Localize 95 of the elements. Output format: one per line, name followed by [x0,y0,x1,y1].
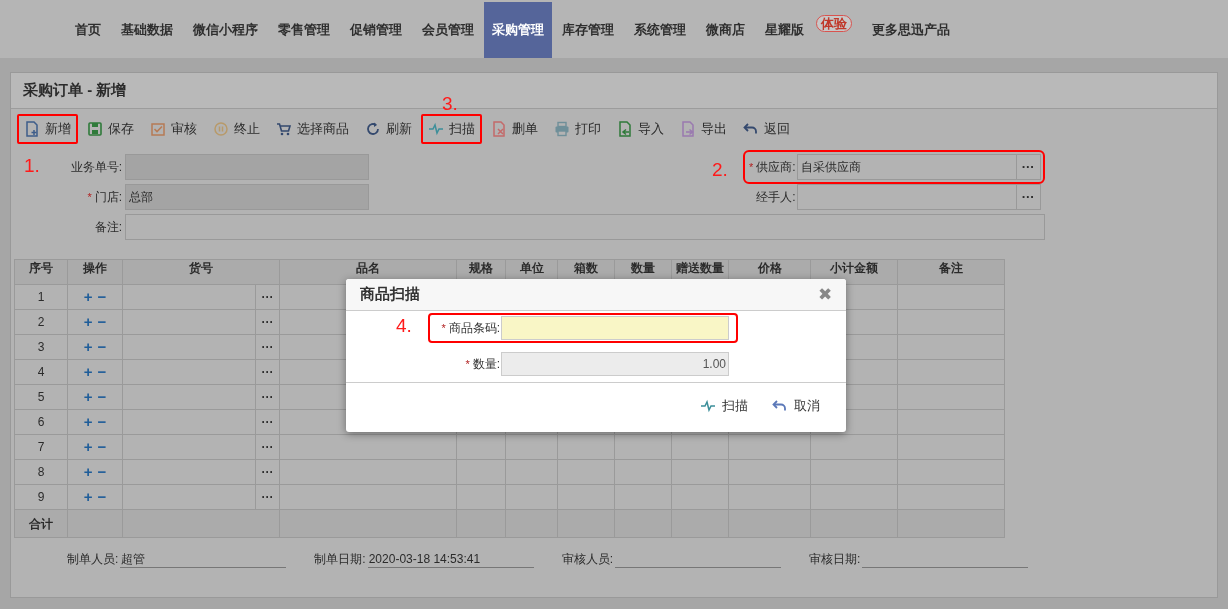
field-label: 业务单号: [70,159,122,176]
required-mark: * [441,320,446,336]
nav-tab[interactable]: 微信小程序 [183,2,268,58]
toolbar-button[interactable]: 导入 [610,114,671,144]
row-number: 3 [14,334,68,360]
save-icon [87,121,103,137]
fill-in-line: 2020-03-18 14:53:41 [367,550,534,568]
nav-tab[interactable]: 促销管理 [340,2,412,58]
toolbar-button[interactable]: 返回 [736,114,797,144]
nav-tab[interactable]: 会员管理 [412,2,484,58]
nav-tab[interactable]: 基础数据 [111,2,183,58]
toolbar-button[interactable]: 审核 [143,114,204,144]
ellipsis-button[interactable]: ··· [255,384,280,410]
row-number: 8 [14,459,68,485]
nav-tab[interactable]: 星耀版 [755,2,814,58]
nav-tab[interactable]: 零售管理 [268,2,340,58]
ellipsis-button[interactable]: ··· [255,284,280,310]
ellipsis-button[interactable]: ··· [1015,185,1040,209]
toolbar-button[interactable]: 删单 [484,114,545,144]
badge: 体验 [816,14,852,32]
toolbar-button[interactable]: 打印 [547,114,608,144]
step-number: 1. [24,154,40,178]
return-arrow-icon [743,121,759,137]
row-number: 6 [14,409,68,435]
toolbar-button[interactable]: 终止 [206,114,267,144]
ellipsis-button[interactable]: ··· [255,309,280,335]
nav-tab[interactable]: 库存管理 [552,2,624,58]
ellipsis-button[interactable]: ··· [255,459,280,485]
input-field[interactable]: 总部 [125,184,369,210]
input-field[interactable] [501,316,729,340]
required-mark: * [465,356,470,372]
cart-icon [276,121,292,137]
ellipsis-button[interactable]: ··· [255,409,280,435]
nav-tab[interactable]: 更多思迅产品 [862,2,960,58]
field-value: 自采供应商 [799,159,862,176]
field-label: 门店: [94,189,122,206]
ellipsis-button[interactable]: ··· [255,484,280,510]
row-number: 9 [14,484,68,510]
input-field[interactable] [125,214,1045,240]
nav-tab[interactable]: 首页 [65,2,111,58]
field-label: 制单日期: [314,551,366,568]
dialog-button[interactable]: 扫描 [700,395,748,416]
field-label: 备注: [94,219,122,236]
pause-icon [213,121,229,137]
column-header: 操作 [67,259,123,285]
picker-field[interactable]: ··· [796,184,1041,210]
field-label: 审核人员: [561,551,614,568]
pulse-icon [428,121,444,137]
picker-field[interactable]: 自采供应商 ··· [796,154,1041,180]
field-label: 经手人: [756,189,796,206]
dialog-button[interactable]: 取消 [772,395,820,416]
row-number: 5 [14,384,68,410]
field-label: 供应商: [756,159,796,176]
ellipsis-button[interactable]: ··· [1015,155,1040,179]
row-number: 4 [14,359,68,385]
step-number: 4. [396,314,412,338]
checkbox-icon [150,121,166,137]
toolbar-button[interactable]: 选择商品 [269,114,356,144]
new-file-icon [24,121,40,137]
input-field[interactable] [125,154,369,180]
toolbar-button[interactable]: 新增 [17,114,78,144]
toolbar-button[interactable]: 扫描 [421,114,482,144]
input-field[interactable]: 1.00 [501,352,729,376]
refresh-icon [365,121,381,137]
export-file-icon [680,121,696,137]
dialog-title: 商品扫描 [360,284,420,305]
field-label: 审核日期: [809,551,861,568]
total-label: 合计 [14,509,68,538]
nav-tab[interactable]: 系统管理 [624,2,696,58]
nav-tab[interactable]: 采购管理 [484,2,552,58]
column-header: 序号 [14,259,68,285]
ellipsis-button[interactable]: ··· [255,334,280,360]
row-number: 7 [14,434,68,460]
required-mark: * [749,159,754,175]
field-label: 数量: [472,356,500,373]
field-label: 商品条码: [448,320,500,337]
row-number: 2 [14,309,68,335]
step-number: 3. [442,92,458,116]
required-mark: * [87,189,92,205]
row-number: 1 [14,284,68,310]
nav-tab[interactable]: 微商店 [696,2,755,58]
delete-file-icon [491,121,507,137]
field-label: 制单人员: [67,551,119,568]
toolbar-button[interactable]: 导出 [673,114,734,144]
column-header: 货号 [122,259,280,285]
toolbar-button[interactable]: 保存 [80,114,141,144]
column-header: 备注 [897,259,1005,285]
import-file-icon [617,121,633,137]
step-number: 2. [712,158,728,182]
return-arrow-icon [772,397,788,414]
ellipsis-button[interactable]: ··· [255,359,280,385]
toolbar-button[interactable]: 刷新 [358,114,419,144]
fill-in-line: 超管 [120,550,287,568]
printer-icon [554,121,570,137]
ellipsis-button[interactable]: ··· [255,434,280,460]
